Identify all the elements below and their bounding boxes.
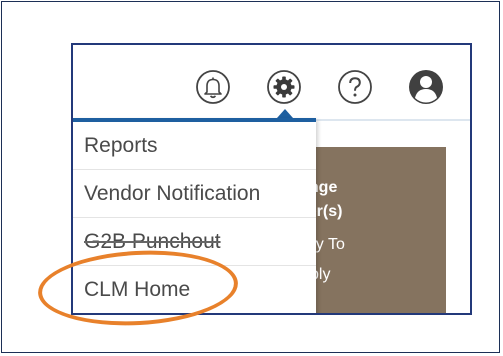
app-window: ange der(s) ady To ply Reports Vendor No… (71, 43, 472, 315)
menu-item-vendor-notification[interactable]: Vendor Notification (73, 170, 316, 218)
menu-item-label: CLM Home (84, 278, 191, 301)
tile-text-line-3: ady To (316, 236, 345, 253)
screenshot-frame: ange der(s) ady To ply Reports Vendor No… (1, 1, 500, 353)
help-icon[interactable] (337, 69, 373, 105)
dropdown-caret (277, 109, 293, 118)
menu-item-g2b-punchout[interactable]: G2B Punchout (73, 218, 316, 266)
tile-title-line-1: ange (316, 179, 338, 196)
tile-text-line-4: ply (316, 266, 331, 283)
menu-item-label: Reports (84, 133, 158, 157)
menu-item-label: G2B Punchout (84, 229, 221, 253)
menu-item-reports[interactable]: Reports (73, 122, 316, 170)
gear-icon[interactable] (266, 69, 302, 105)
header-bar (73, 45, 470, 119)
bell-icon[interactable] (195, 69, 231, 105)
menu-item-clm-home[interactable]: CLM Home (73, 266, 316, 313)
menu-item-label: Vendor Notification (84, 181, 261, 205)
tile-title-line-2: der(s) (316, 203, 343, 220)
order-status-tile[interactable]: ange der(s) ady To ply (316, 147, 446, 313)
user-icon[interactable] (408, 69, 444, 105)
settings-dropdown-menu: Reports Vendor Notification G2B Punchout… (73, 118, 316, 313)
